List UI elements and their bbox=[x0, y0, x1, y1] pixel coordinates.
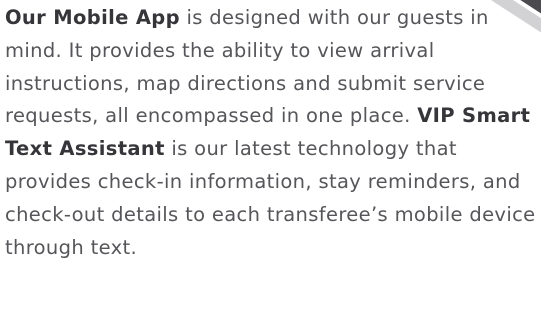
mobile-app-heading: Our Mobile App bbox=[5, 6, 180, 29]
body-paragraph: Our Mobile App is designed with our gues… bbox=[5, 2, 537, 264]
